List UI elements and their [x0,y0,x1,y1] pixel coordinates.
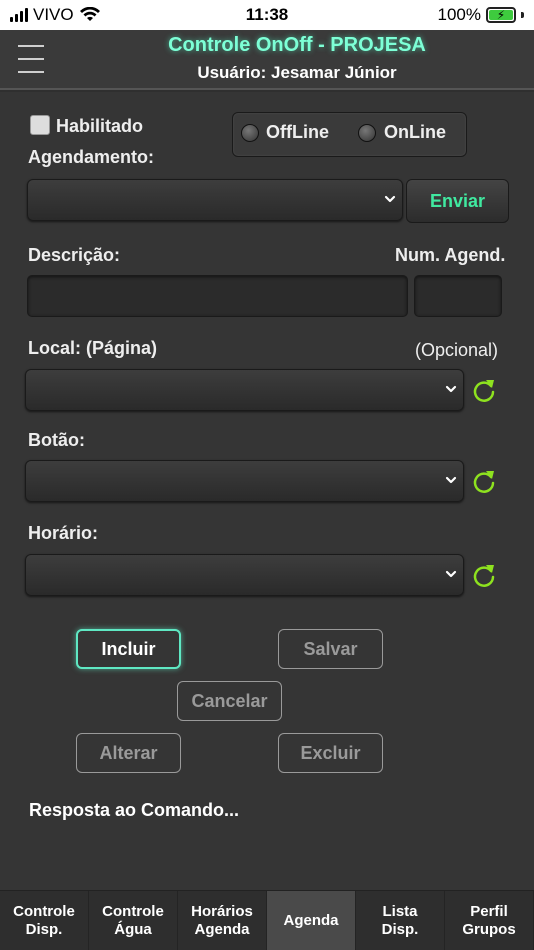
cancel-button[interactable]: Cancelar [177,681,282,721]
tab-lista-disp[interactable]: Lista Disp. [356,891,445,950]
button-label: Botão: [28,430,85,450]
battery-percent: 100% [437,5,481,24]
tab-controle-agua[interactable]: Controle Água [89,891,178,950]
chevron-down-icon [445,382,457,394]
delete-button[interactable]: Excluir [278,733,383,773]
schedule-select[interactable] [27,179,403,221]
chevron-down-icon [384,192,396,204]
user-name: Usuário: Jesamar Júnior [197,63,397,82]
include-button[interactable]: Incluir [76,629,181,669]
time-select[interactable] [25,554,464,596]
location-label: Local: (Página) [28,338,158,358]
tab-controle-disp[interactable]: Controle Disp. [0,891,89,950]
battery-info: 100% ⚡ [438,5,524,25]
schedule-label: Agendamento: [28,147,154,167]
enabled-checkbox[interactable] [30,115,50,135]
description-label: Descrição: [28,245,121,265]
refresh-location-icon[interactable] [470,376,498,404]
enabled-label: Habilitado [56,116,144,136]
num-schedule-input[interactable] [414,275,502,317]
connection-mode-group: OffLine OnLine [232,112,467,157]
command-response: Resposta ao Comando... [29,800,240,820]
location-select[interactable] [25,369,464,411]
tab-agenda[interactable]: Agenda [267,891,356,950]
tab-perfil-grupos[interactable]: Perfil Grupos [445,891,534,950]
app-header: Controle OnOff - PROJESA Usuário: Jesama… [0,30,534,90]
refresh-time-icon[interactable] [470,561,498,589]
online-label: OnLine [384,122,446,142]
button-select[interactable] [25,460,464,502]
chevron-down-icon [445,567,457,579]
refresh-button-icon[interactable] [470,467,498,495]
save-button[interactable]: Salvar [278,629,383,669]
bottom-tab-bar: Controle Disp. Controle Água Horários Agend… [0,890,534,950]
online-radio[interactable] [358,124,376,142]
description-input[interactable] [27,275,408,317]
menu-icon[interactable] [18,45,44,73]
time-label: Horário: [28,523,99,543]
num-schedule-label: Num. Agend. [395,245,506,265]
send-button[interactable]: Enviar [406,179,509,223]
offline-label: OffLine [266,122,329,142]
status-bar: VIVO 11:38 100% ⚡ [0,0,534,30]
optional-label: (Opcional) [415,340,499,360]
offline-radio[interactable] [241,124,259,142]
chevron-down-icon [445,473,457,485]
battery-icon: ⚡ [486,7,516,23]
alter-button[interactable]: Alterar [76,733,181,773]
tab-horarios-agenda[interactable]: Horários Agenda [178,891,267,950]
app-title: Controle OnOff - PROJESA [168,34,426,56]
